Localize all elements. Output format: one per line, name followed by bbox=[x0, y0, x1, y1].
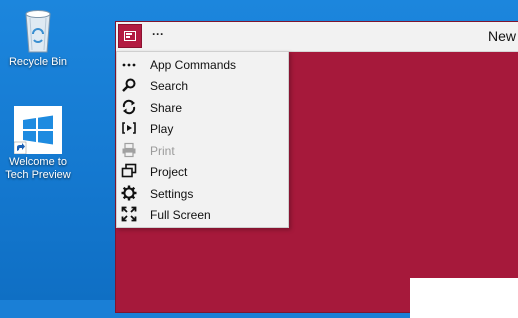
recycle-bin-icon bbox=[25, 10, 51, 53]
play-icon bbox=[122, 122, 136, 134]
menu-item-search[interactable]: Search bbox=[117, 75, 288, 96]
menu-item-label: Print bbox=[150, 144, 175, 158]
app-commands-menu: App Commands Search Share Play Print Pro… bbox=[116, 51, 289, 228]
menu-item-app-commands[interactable]: App Commands bbox=[117, 54, 288, 75]
desktop-icon-label-line1: Welcome to bbox=[9, 156, 67, 168]
menu-item-label: Search bbox=[150, 79, 189, 93]
menu-item-play[interactable]: Play bbox=[117, 118, 288, 139]
app-menu-button[interactable] bbox=[118, 24, 142, 48]
settings-gear-icon bbox=[121, 185, 137, 201]
menu-item-share[interactable]: Share bbox=[117, 97, 288, 118]
share-icon bbox=[122, 99, 136, 115]
app-commands-button[interactable]: ··· bbox=[152, 27, 164, 41]
full-screen-icon bbox=[121, 206, 137, 222]
print-icon bbox=[122, 142, 136, 158]
app-window-icon bbox=[124, 31, 136, 41]
menu-item-label: Settings bbox=[150, 187, 194, 201]
menu-item-label: Play bbox=[150, 122, 174, 136]
menu-item-print: Print bbox=[117, 140, 288, 161]
desktop-icon-label-line2: Tech Preview bbox=[5, 169, 71, 181]
menu-item-settings[interactable]: Settings bbox=[117, 183, 288, 204]
menu-item-label: App Commands bbox=[150, 58, 237, 72]
windows-shortcut-icon bbox=[14, 106, 62, 154]
menu-item-label: Project bbox=[150, 165, 188, 179]
menu-item-full-screen[interactable]: Full Screen bbox=[117, 204, 288, 225]
menu-item-label: Share bbox=[150, 101, 183, 115]
content-panel bbox=[410, 278, 518, 318]
title-bar: ··· New bbox=[116, 22, 518, 52]
project-icon bbox=[121, 163, 137, 178]
more-dots-icon bbox=[122, 63, 136, 67]
menu-item-project[interactable]: Project bbox=[117, 161, 288, 182]
menu-item-label: Full Screen bbox=[150, 208, 211, 222]
desktop-icon-welcome[interactable]: Welcome to Tech Preview bbox=[0, 106, 76, 182]
desktop-icon-recycle-bin[interactable]: Recycle Bin bbox=[0, 6, 76, 69]
search-icon bbox=[122, 78, 136, 92]
desktop-icon-label: Recycle Bin bbox=[8, 56, 68, 68]
window-title: New bbox=[488, 28, 517, 44]
